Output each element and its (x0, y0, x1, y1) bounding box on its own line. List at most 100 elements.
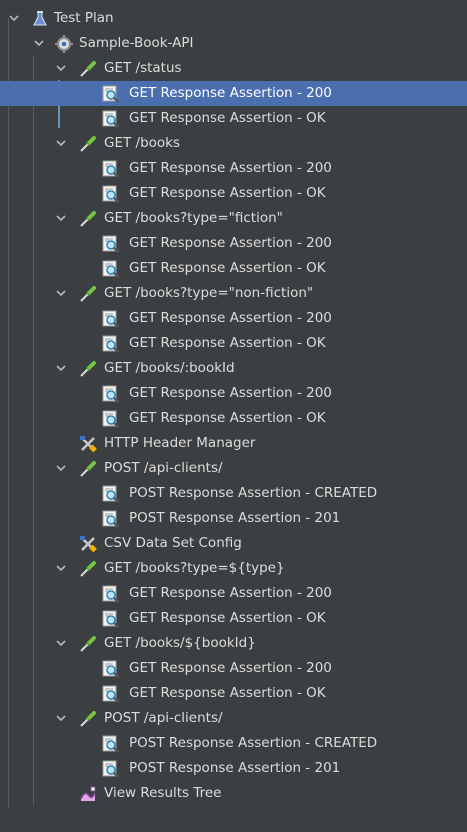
tree-node-level-3[interactable]: GET Response Assertion - 200 (0, 81, 467, 106)
tree-node-level-3[interactable]: GET Response Assertion - OK (0, 406, 467, 431)
tree-node-label: GET Response Assertion - 200 (129, 85, 332, 101)
tree-node-level-2[interactable]: GET /books?type=${type} (0, 556, 467, 581)
tree-node-label: GET /books?type=${type} (104, 560, 285, 576)
config-tools-icon (79, 535, 97, 553)
pipette-sampler-icon (79, 560, 97, 578)
tree-node-level-3[interactable]: GET Response Assertion - OK (0, 681, 467, 706)
tree-node-label: GET /books/:bookId (104, 360, 235, 376)
tree-node-level-3[interactable]: GET Response Assertion - OK (0, 606, 467, 631)
tree-node-label: GET /books (104, 135, 181, 151)
assertion-magnifier-icon (102, 235, 120, 253)
tree-node-level-2[interactable]: GET /books?type="non-fiction" (0, 281, 467, 306)
tree-node-label: GET Response Assertion - OK (129, 685, 326, 701)
tree-node-level-3[interactable]: GET Response Assertion - OK (0, 256, 467, 281)
pipette-sampler-icon (79, 285, 97, 303)
tree-node-label: GET Response Assertion - OK (129, 260, 326, 276)
tree-node-level-3[interactable]: GET Response Assertion - 200 (0, 306, 467, 331)
tree-node-level-3[interactable]: POST Response Assertion - CREATED (0, 731, 467, 756)
tree-node-label: View Results Tree (104, 785, 222, 801)
assertion-magnifier-icon (102, 610, 120, 628)
tree-node-level-2[interactable]: GET /books/${bookId} (0, 631, 467, 656)
tree-node-label: GET Response Assertion - 200 (129, 160, 332, 176)
assertion-magnifier-icon (102, 110, 120, 128)
tree-node-label: POST /api-clients/ (104, 710, 223, 726)
tree-node-level-2[interactable]: POST /api-clients/ (0, 706, 467, 731)
chevron-down-icon[interactable] (55, 637, 67, 649)
tree-node-level-3[interactable]: GET Response Assertion - OK (0, 181, 467, 206)
tree-node-label: GET Response Assertion - OK (129, 610, 326, 626)
test-plan-tree[interactable]: Test Plan Sample-Book-API GET /status GET R… (0, 0, 467, 832)
assertion-magnifier-icon (102, 735, 120, 753)
tree-node-level-3[interactable]: GET Response Assertion - 200 (0, 656, 467, 681)
tree-node-label: GET /status (104, 60, 182, 76)
tree-node-level-3[interactable]: GET Response Assertion - 200 (0, 381, 467, 406)
assertion-magnifier-icon (102, 260, 120, 278)
assertion-magnifier-icon (102, 85, 120, 103)
tree-node-label: Test Plan (54, 10, 114, 26)
tree-node-level-2[interactable]: POST /api-clients/ (0, 456, 467, 481)
assertion-magnifier-icon (102, 310, 120, 328)
pipette-sampler-icon (79, 135, 97, 153)
tree-node-label: GET Response Assertion - OK (129, 335, 326, 351)
chevron-down-icon[interactable] (55, 137, 67, 149)
tree-node-label: HTTP Header Manager (104, 435, 256, 451)
assertion-magnifier-icon (102, 335, 120, 353)
tree-node-label: Sample-Book-API (79, 35, 194, 51)
tree-node-label: POST Response Assertion - CREATED (129, 735, 378, 751)
tree-node-level-3[interactable]: POST Response Assertion - 201 (0, 506, 467, 531)
tree-node-level-2[interactable]: GET /status (0, 56, 467, 81)
pipette-sampler-icon (79, 635, 97, 653)
tree-node-label: GET Response Assertion - OK (129, 410, 326, 426)
tree-node-level-2[interactable]: GET /books (0, 131, 467, 156)
tree-node-label: GET Response Assertion - 200 (129, 310, 332, 326)
tree-node-label: GET Response Assertion - OK (129, 110, 326, 126)
tree-node-label: POST Response Assertion - 201 (129, 510, 341, 526)
tree-node-level-3[interactable]: GET Response Assertion - 200 (0, 156, 467, 181)
assertion-magnifier-icon (102, 485, 120, 503)
tree-node-label: GET /books?type="fiction" (104, 210, 283, 226)
pipette-sampler-icon (79, 460, 97, 478)
tree-node-level-2[interactable]: GET /books/:bookId (0, 356, 467, 381)
tree-node-label: GET /books/${bookId} (104, 635, 256, 651)
chevron-down-icon[interactable] (33, 37, 45, 49)
flask-icon (31, 10, 49, 28)
chevron-down-icon[interactable] (55, 712, 67, 724)
tree-node-level-2[interactable]: GET /books?type="fiction" (0, 206, 467, 231)
tree-node-level-3[interactable]: POST Response Assertion - CREATED (0, 481, 467, 506)
chevron-down-icon[interactable] (55, 62, 67, 74)
tree-node-label: GET /books?type="non-fiction" (104, 285, 314, 301)
chevron-down-icon[interactable] (8, 12, 20, 24)
tree-node-label: GET Response Assertion - 200 (129, 385, 332, 401)
pipette-sampler-icon (79, 710, 97, 728)
tree-node-label: GET Response Assertion - 200 (129, 235, 332, 251)
tree-node-level-3[interactable]: POST Response Assertion - 201 (0, 756, 467, 781)
results-tree-icon (79, 785, 97, 803)
tree-node-label: CSV Data Set Config (104, 535, 242, 551)
chevron-down-icon[interactable] (55, 462, 67, 474)
pipette-sampler-icon (79, 360, 97, 378)
tree-node-label: GET Response Assertion - OK (129, 185, 326, 201)
assertion-magnifier-icon (102, 410, 120, 428)
tree-node-label: POST Response Assertion - CREATED (129, 485, 378, 501)
pipette-sampler-icon (79, 210, 97, 228)
chevron-down-icon[interactable] (55, 212, 67, 224)
chevron-down-icon[interactable] (55, 287, 67, 299)
assertion-magnifier-icon (102, 185, 120, 203)
assertion-magnifier-icon (102, 685, 120, 703)
tree-node-level-3[interactable]: GET Response Assertion - 200 (0, 581, 467, 606)
pipette-sampler-icon (79, 60, 97, 78)
assertion-magnifier-icon (102, 660, 120, 678)
tree-node-level-1[interactable]: Sample-Book-API (0, 31, 467, 56)
tree-node-level-3[interactable]: GET Response Assertion - OK (0, 331, 467, 356)
tree-node-label: POST Response Assertion - 201 (129, 760, 341, 776)
tree-node-level-2[interactable]: HTTP Header Manager (0, 431, 467, 456)
chevron-down-icon[interactable] (55, 362, 67, 374)
tree-node-level-2[interactable]: CSV Data Set Config (0, 531, 467, 556)
tree-node-level-2[interactable]: View Results Tree (0, 781, 467, 806)
config-tools-icon (79, 435, 97, 453)
tree-node-level-3[interactable]: GET Response Assertion - OK (0, 106, 467, 131)
tree-node-label: GET Response Assertion - 200 (129, 660, 332, 676)
tree-node-level-0[interactable]: Test Plan (0, 6, 467, 31)
chevron-down-icon[interactable] (55, 562, 67, 574)
tree-node-level-3[interactable]: GET Response Assertion - 200 (0, 231, 467, 256)
